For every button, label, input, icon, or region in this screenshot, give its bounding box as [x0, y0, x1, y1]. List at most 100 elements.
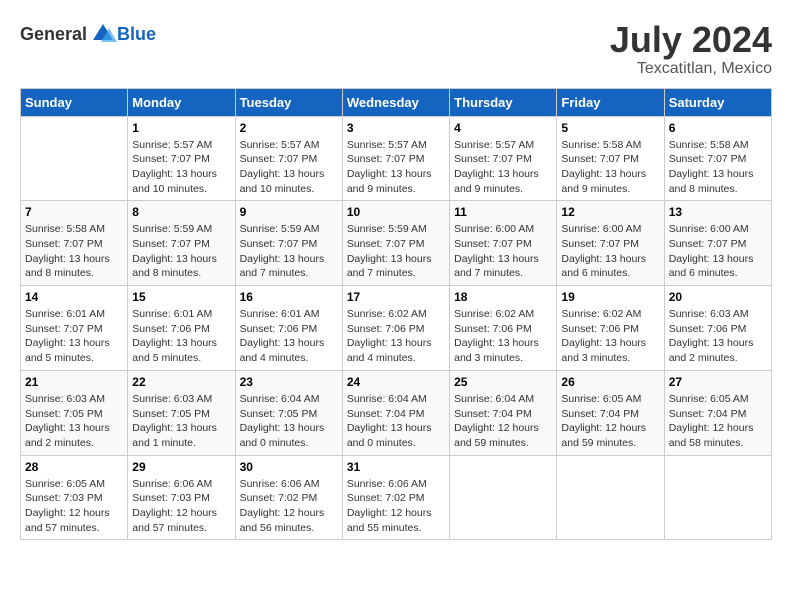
- calendar-week-row: 7 Sunrise: 5:58 AM Sunset: 7:07 PM Daylig…: [21, 201, 772, 286]
- day-number: 18: [454, 290, 552, 304]
- day-number: 16: [240, 290, 338, 304]
- calendar-cell: 19Sunrise: 6:02 AM Sunset: 7:06 PM Dayli…: [557, 286, 664, 371]
- calendar-cell: 16 Sunrise: 6:01 AM Sunset: 7:06 PM Dayli…: [235, 286, 342, 371]
- column-header-monday: Monday: [128, 88, 235, 116]
- day-number: 2: [240, 121, 338, 135]
- calendar-cell: 18 Sunrise: 6:02 AM Sunset: 7:06 PM Dayli…: [450, 286, 557, 371]
- day-info: Sunrise: 5:59 AM Sunset: 7:07 PM Dayligh…: [347, 222, 445, 281]
- day-number: 9: [240, 205, 338, 219]
- day-number: 28: [25, 460, 123, 474]
- day-info: Sunrise: 6:00 AM Sunset: 7:07 PM Dayligh…: [454, 222, 552, 281]
- column-header-saturday: Saturday: [664, 88, 771, 116]
- calendar-cell: 4 Sunrise: 5:57 AM Sunset: 7:07 PM Daylig…: [450, 116, 557, 201]
- month-year-title: July 2024: [610, 20, 772, 60]
- day-info: Sunrise: 6:06 AM Sunset: 7:02 PM Dayligh…: [347, 477, 445, 536]
- calendar-week-row: 1 Sunrise: 5:57 AM Sunset: 7:07 PM Daylig…: [21, 116, 772, 201]
- day-number: 11: [454, 205, 552, 219]
- day-number: 23: [240, 375, 338, 389]
- day-info: Sunrise: 6:05 AM Sunset: 7:03 PM Dayligh…: [25, 477, 123, 536]
- day-number: 13: [669, 205, 767, 219]
- calendar-cell: 3Sunrise: 5:57 AM Sunset: 7:07 PM Daylig…: [342, 116, 449, 201]
- calendar-week-row: 21 Sunrise: 6:03 AM Sunset: 7:05 PM Dayli…: [21, 370, 772, 455]
- calendar-cell: 22 Sunrise: 6:03 AM Sunset: 7:05 PM Dayli…: [128, 370, 235, 455]
- calendar-cell: 29 Sunrise: 6:06 AM Sunset: 7:03 PM Dayli…: [128, 455, 235, 540]
- calendar-cell: 28 Sunrise: 6:05 AM Sunset: 7:03 PM Dayli…: [21, 455, 128, 540]
- day-number: 21: [25, 375, 123, 389]
- calendar-cell: [557, 455, 664, 540]
- day-info: Sunrise: 6:00 AM Sunset: 7:07 PM Dayligh…: [669, 222, 767, 281]
- calendar-week-row: 28 Sunrise: 6:05 AM Sunset: 7:03 PM Dayli…: [21, 455, 772, 540]
- day-info: Sunrise: 6:05 AM Sunset: 7:04 PM Dayligh…: [561, 392, 659, 451]
- calendar-cell: 24Sunrise: 6:04 AM Sunset: 7:04 PM Dayli…: [342, 370, 449, 455]
- day-info: Sunrise: 6:03 AM Sunset: 7:05 PM Dayligh…: [132, 392, 230, 451]
- calendar-cell: 9 Sunrise: 5:59 AM Sunset: 7:07 PM Daylig…: [235, 201, 342, 286]
- calendar-cell: 25 Sunrise: 6:04 AM Sunset: 7:04 PM Dayli…: [450, 370, 557, 455]
- day-number: 7: [25, 205, 123, 219]
- location-subtitle: Texcatitlan, Mexico: [610, 60, 772, 78]
- calendar-cell: [450, 455, 557, 540]
- calendar-cell: 8Sunrise: 5:59 AM Sunset: 7:07 PM Daylig…: [128, 201, 235, 286]
- day-number: 24: [347, 375, 445, 389]
- column-header-thursday: Thursday: [450, 88, 557, 116]
- day-info: Sunrise: 5:57 AM Sunset: 7:07 PM Dayligh…: [240, 138, 338, 197]
- calendar-cell: [664, 455, 771, 540]
- logo-icon: [89, 20, 117, 48]
- day-number: 31: [347, 460, 445, 474]
- day-info: Sunrise: 6:04 AM Sunset: 7:05 PM Dayligh…: [240, 392, 338, 451]
- day-number: 12: [561, 205, 659, 219]
- day-number: 19: [561, 290, 659, 304]
- day-number: 29: [132, 460, 230, 474]
- day-info: Sunrise: 5:59 AM Sunset: 7:07 PM Dayligh…: [132, 222, 230, 281]
- title-block: July 2024 Texcatitlan, Mexico: [610, 20, 772, 78]
- calendar-cell: 11 Sunrise: 6:00 AM Sunset: 7:07 PM Dayli…: [450, 201, 557, 286]
- calendar-week-row: 14 Sunrise: 6:01 AM Sunset: 7:07 PM Dayli…: [21, 286, 772, 371]
- day-number: 27: [669, 375, 767, 389]
- day-number: 1: [132, 121, 230, 135]
- day-info: Sunrise: 6:06 AM Sunset: 7:03 PM Dayligh…: [132, 477, 230, 536]
- day-number: 17: [347, 290, 445, 304]
- day-info: Sunrise: 5:59 AM Sunset: 7:07 PM Dayligh…: [240, 222, 338, 281]
- page-header: General Blue July 2024 Texcatitlan, Mexi…: [20, 20, 772, 78]
- day-number: 26: [561, 375, 659, 389]
- column-header-sunday: Sunday: [21, 88, 128, 116]
- day-info: Sunrise: 6:02 AM Sunset: 7:06 PM Dayligh…: [347, 307, 445, 366]
- calendar-cell: 26 Sunrise: 6:05 AM Sunset: 7:04 PM Dayli…: [557, 370, 664, 455]
- day-info: Sunrise: 6:02 AM Sunset: 7:06 PM Dayligh…: [454, 307, 552, 366]
- day-info: Sunrise: 6:00 AM Sunset: 7:07 PM Dayligh…: [561, 222, 659, 281]
- calendar-cell: 31 Sunrise: 6:06 AM Sunset: 7:02 PM Dayli…: [342, 455, 449, 540]
- day-number: 10: [347, 205, 445, 219]
- calendar-cell: 14 Sunrise: 6:01 AM Sunset: 7:07 PM Dayli…: [21, 286, 128, 371]
- day-number: 15: [132, 290, 230, 304]
- day-number: 14: [25, 290, 123, 304]
- calendar-cell: 30Sunrise: 6:06 AM Sunset: 7:02 PM Dayli…: [235, 455, 342, 540]
- calendar-cell: 12 Sunrise: 6:00 AM Sunset: 7:07 PM Dayli…: [557, 201, 664, 286]
- column-header-wednesday: Wednesday: [342, 88, 449, 116]
- day-number: 3: [347, 121, 445, 135]
- calendar-cell: 7 Sunrise: 5:58 AM Sunset: 7:07 PM Daylig…: [21, 201, 128, 286]
- day-number: 22: [132, 375, 230, 389]
- calendar-cell: 13 Sunrise: 6:00 AM Sunset: 7:07 PM Dayli…: [664, 201, 771, 286]
- day-info: Sunrise: 6:04 AM Sunset: 7:04 PM Dayligh…: [454, 392, 552, 451]
- calendar-cell: 5Sunrise: 5:58 AM Sunset: 7:07 PM Daylig…: [557, 116, 664, 201]
- day-info: Sunrise: 6:03 AM Sunset: 7:05 PM Dayligh…: [25, 392, 123, 451]
- calendar-cell: 20 Sunrise: 6:03 AM Sunset: 7:06 PM Dayli…: [664, 286, 771, 371]
- calendar-cell: 21 Sunrise: 6:03 AM Sunset: 7:05 PM Dayli…: [21, 370, 128, 455]
- day-info: Sunrise: 6:01 AM Sunset: 7:07 PM Dayligh…: [25, 307, 123, 366]
- day-info: Sunrise: 6:03 AM Sunset: 7:06 PM Dayligh…: [669, 307, 767, 366]
- calendar-cell: 2 Sunrise: 5:57 AM Sunset: 7:07 PM Daylig…: [235, 116, 342, 201]
- day-info: Sunrise: 5:57 AM Sunset: 7:07 PM Dayligh…: [132, 138, 230, 197]
- logo-text-blue: Blue: [117, 24, 156, 45]
- day-number: 4: [454, 121, 552, 135]
- day-number: 25: [454, 375, 552, 389]
- day-number: 20: [669, 290, 767, 304]
- calendar-cell: 17 Sunrise: 6:02 AM Sunset: 7:06 PM Dayli…: [342, 286, 449, 371]
- calendar-cell: 23 Sunrise: 6:04 AM Sunset: 7:05 PM Dayli…: [235, 370, 342, 455]
- day-info: Sunrise: 5:57 AM Sunset: 7:07 PM Dayligh…: [454, 138, 552, 197]
- day-info: Sunrise: 6:01 AM Sunset: 7:06 PM Dayligh…: [132, 307, 230, 366]
- day-info: Sunrise: 5:58 AM Sunset: 7:07 PM Dayligh…: [25, 222, 123, 281]
- calendar-cell: 1 Sunrise: 5:57 AM Sunset: 7:07 PM Daylig…: [128, 116, 235, 201]
- calendar-cell: 27Sunrise: 6:05 AM Sunset: 7:04 PM Dayli…: [664, 370, 771, 455]
- column-header-tuesday: Tuesday: [235, 88, 342, 116]
- day-info: Sunrise: 6:01 AM Sunset: 7:06 PM Dayligh…: [240, 307, 338, 366]
- logo: General Blue: [20, 20, 156, 48]
